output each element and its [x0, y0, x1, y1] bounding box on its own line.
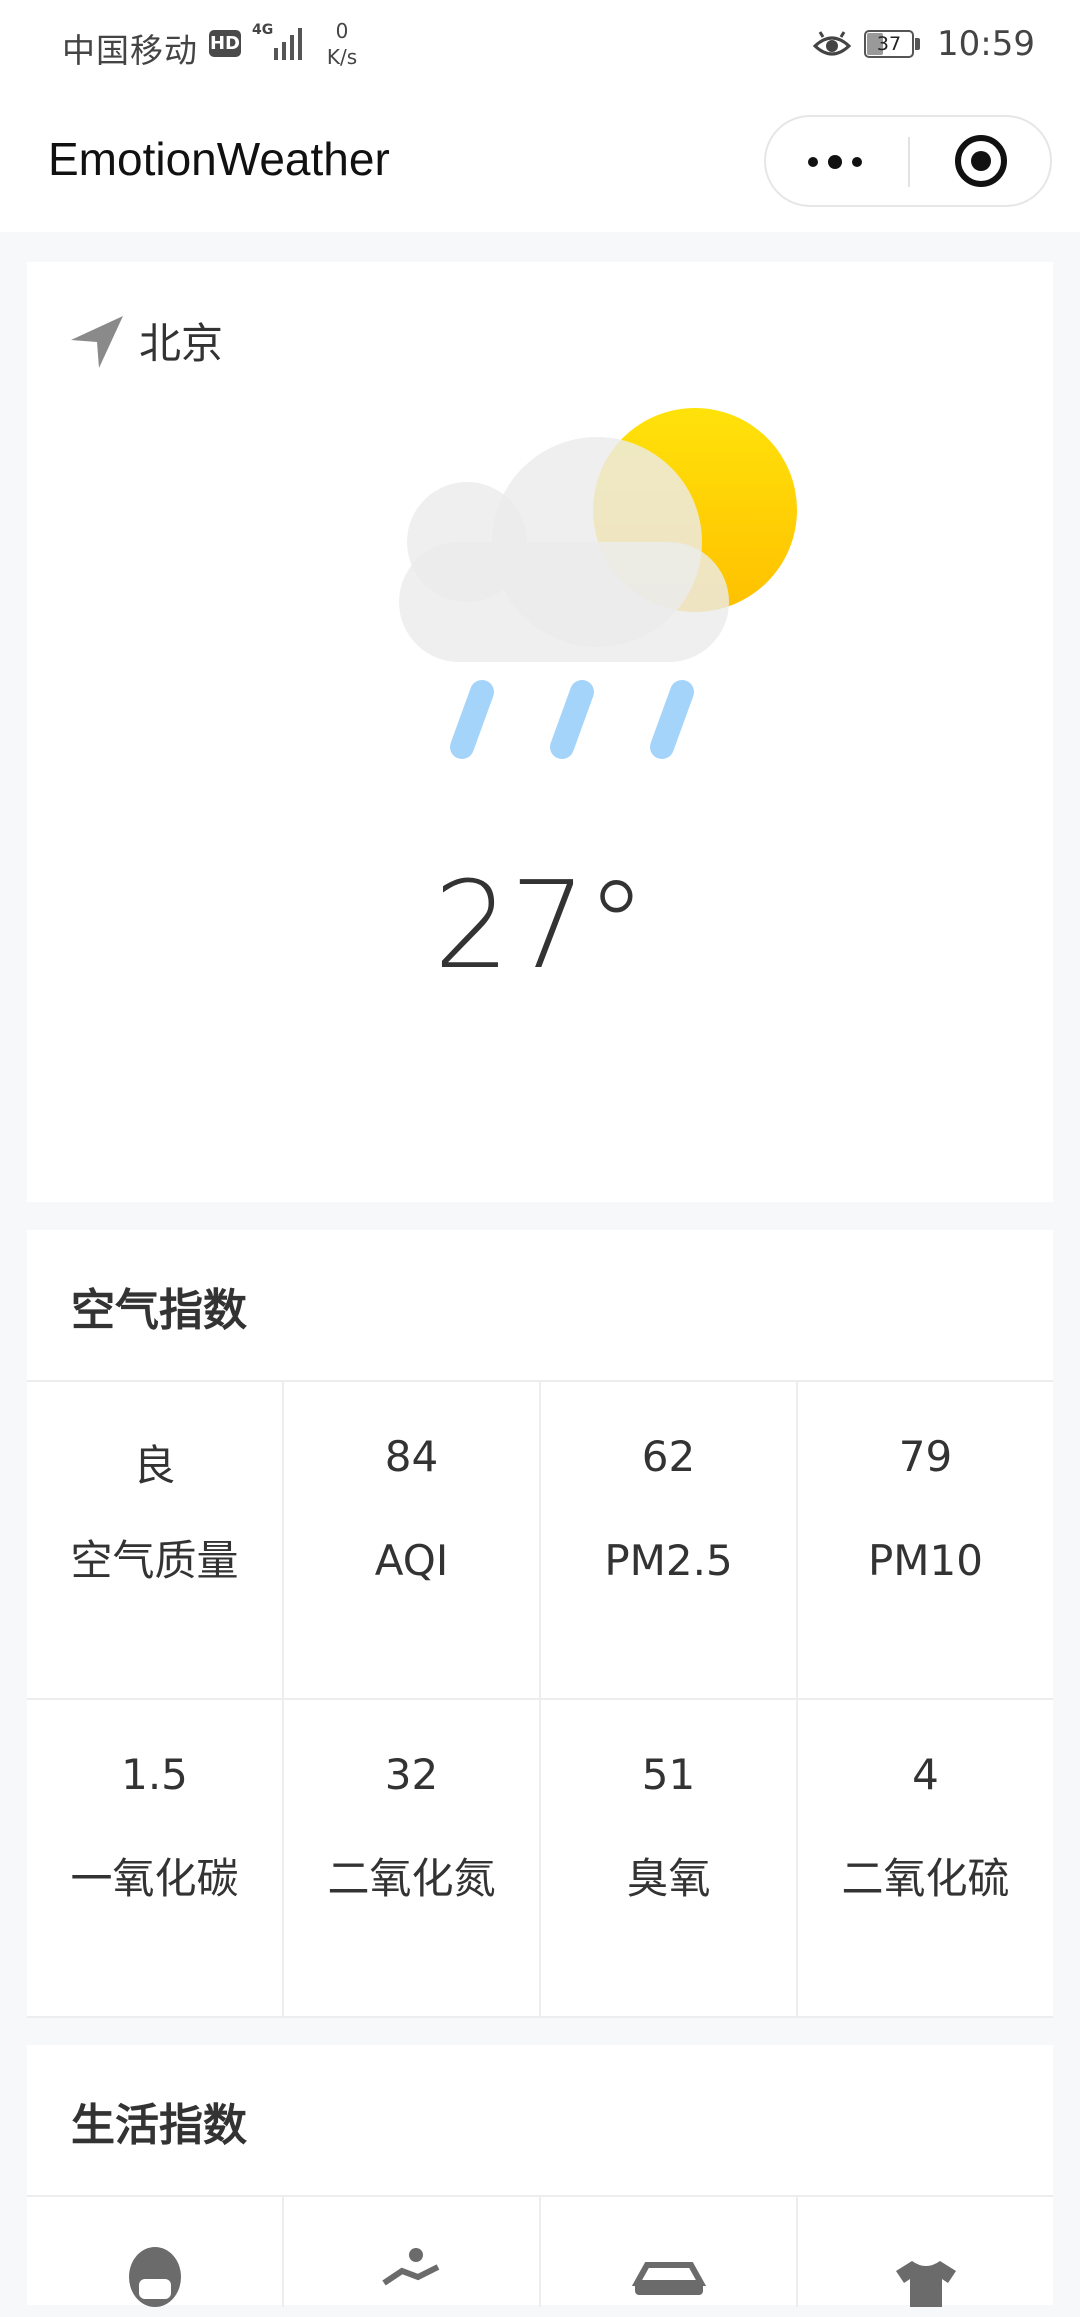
- network-type: 4G: [252, 22, 274, 38]
- close-button[interactable]: [910, 117, 1050, 205]
- hd-badge: HD: [209, 30, 241, 57]
- more-dot-icon: [828, 155, 842, 169]
- air-cell-co: 1.5 一氧化碳: [27, 1700, 284, 2016]
- cloud-sun-rain-icon: [399, 408, 797, 759]
- life-cell[interactable]: [541, 2197, 798, 2307]
- battery-icon: 37: [864, 30, 920, 58]
- air-value: 84: [384, 1432, 439, 1481]
- speed-unit: K/s: [326, 45, 358, 69]
- air-row: 1.5 一氧化碳 32 二氧化氮 51 臭氧 4 二氧化硫: [27, 1700, 1053, 2018]
- more-button[interactable]: [766, 117, 908, 205]
- air-cell-quality: 良 空气质量: [27, 1382, 284, 1698]
- signal-icon: [274, 28, 302, 60]
- carrier-name: 中国移动: [62, 31, 198, 70]
- life-index-title: 生活指数: [71, 2100, 247, 2151]
- life-cell[interactable]: [284, 2197, 541, 2307]
- city-name[interactable]: 北京: [139, 310, 223, 371]
- air-value: 良: [133, 1441, 176, 1490]
- air-value: 32: [384, 1750, 439, 1799]
- more-dot-icon: [852, 157, 862, 167]
- page-title: EmotionWeather: [48, 133, 390, 185]
- network-speed: 0 K/s: [322, 18, 362, 70]
- sport-icon: [381, 2248, 439, 2286]
- air-label: 一氧化碳: [70, 1854, 239, 1903]
- life-index-grid: [27, 2195, 1053, 2307]
- air-label: 空气质量: [70, 1536, 239, 1585]
- shirt-icon: [895, 2261, 956, 2307]
- air-value: 62: [641, 1432, 696, 1481]
- air-label: 二氧化硫: [841, 1854, 1010, 1903]
- air-label: 二氧化氮: [327, 1854, 496, 1903]
- air-label: 臭氧: [626, 1854, 711, 1903]
- battery-level: 37: [876, 33, 902, 55]
- current-temperature: 27°: [433, 857, 647, 996]
- air-label: PM2.5: [604, 1536, 733, 1585]
- air-value: 51: [641, 1750, 696, 1799]
- air-cell-aqi: 84 AQI: [284, 1382, 541, 1698]
- air-cell-o3: 51 臭氧: [541, 1700, 798, 2016]
- car-icon: [631, 2262, 706, 2295]
- status-bar: 中国移动 HD 4G 0 K/s 37 10:59: [0, 0, 1080, 92]
- air-label: AQI: [374, 1536, 449, 1585]
- eye-icon: [812, 31, 852, 56]
- air-value: 4: [912, 1750, 939, 1799]
- air-cell-no2: 32 二氧化氮: [284, 1700, 541, 2016]
- air-index-title: 空气指数: [71, 1285, 247, 1336]
- clock: 10:59: [937, 24, 1035, 64]
- location-arrow-icon[interactable]: [67, 312, 127, 372]
- air-cell-so2: 4 二氧化硫: [798, 1700, 1053, 2016]
- air-cell-pm10: 79 PM10: [798, 1382, 1053, 1698]
- life-cell[interactable]: [27, 2197, 284, 2307]
- speed-value: 0: [335, 19, 349, 43]
- air-value: 79: [898, 1432, 953, 1481]
- weather-card: 北京 27°: [27, 262, 1053, 1202]
- air-row: 良 空气质量 84 AQI 62 PM2.5 79 PM10: [27, 1382, 1053, 1700]
- mini-program-capsule: [764, 115, 1052, 207]
- close-dot-icon: [971, 151, 991, 171]
- air-index-card: 空气指数 良 空气质量 84 AQI 62 PM2.5 79 PM10 1.5: [27, 1230, 1053, 2018]
- air-value: 1.5: [121, 1750, 188, 1799]
- mask-icon: [128, 2247, 181, 2307]
- air-label: PM10: [867, 1536, 983, 1585]
- air-index-grid: 良 空气质量 84 AQI 62 PM2.5 79 PM10 1.5 一氧化碳: [27, 1380, 1053, 2018]
- air-cell-pm25: 62 PM2.5: [541, 1382, 798, 1698]
- life-index-card: 生活指数: [27, 2045, 1053, 2307]
- more-dot-icon: [808, 157, 818, 167]
- nav-bar: EmotionWeather: [0, 92, 1080, 232]
- life-cell[interactable]: [798, 2197, 1053, 2307]
